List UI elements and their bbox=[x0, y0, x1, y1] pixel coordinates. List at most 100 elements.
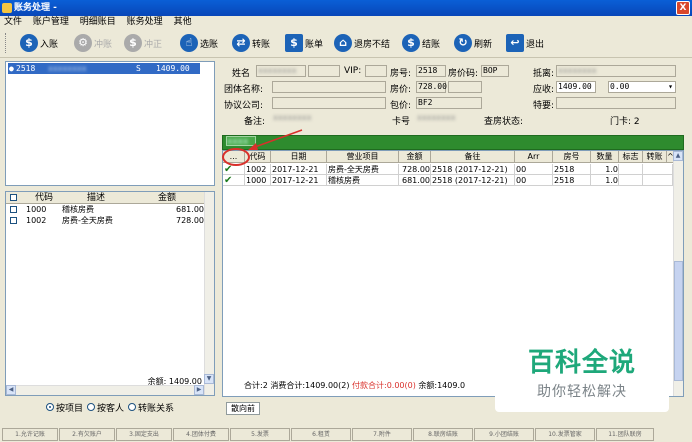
title-bar: 账务处理 - X bbox=[0, 0, 692, 16]
menu-accounting[interactable]: 账务处理 bbox=[123, 16, 167, 29]
status-lease[interactable]: 6.租赁 bbox=[291, 428, 351, 441]
menu-detail-ledger[interactable]: 明细账目 bbox=[76, 16, 120, 29]
exit-button[interactable]: ↩ 退出 bbox=[506, 32, 544, 54]
scroll-thumb[interactable] bbox=[674, 261, 683, 381]
status-invoice-manager[interactable]: 10.发票管家 bbox=[535, 428, 595, 441]
group-field[interactable] bbox=[272, 81, 386, 93]
status-invoice[interactable]: 5.发票 bbox=[230, 428, 290, 441]
left-table-scrollbar[interactable]: ▼ bbox=[204, 192, 214, 395]
scroll-left-icon[interactable]: ◀ bbox=[6, 385, 16, 395]
menu-other[interactable]: 其他 bbox=[170, 16, 196, 29]
status-fixed-expense[interactable]: 3.固定支出 bbox=[116, 428, 172, 441]
radio-transfer-relation[interactable]: 转账关系 bbox=[128, 400, 174, 414]
row-code: 1002 bbox=[26, 216, 47, 225]
settle-button[interactable]: $ 结账 bbox=[402, 32, 440, 54]
status-bar: 1.允许记账 2.有欠账户 3.固定支出 4.团体付费 5.发票 6.租赁 7.… bbox=[0, 426, 692, 442]
table-row[interactable]: ✔ 1000 2017-12-21 稽核房费 681.00 2518 (2017… bbox=[223, 175, 673, 186]
settle-label: 结账 bbox=[422, 39, 441, 50]
account-amount: 1409.00 bbox=[156, 64, 190, 73]
price-extra-field[interactable] bbox=[448, 81, 482, 93]
row-check-icon[interactable]: ✔ bbox=[223, 175, 245, 186]
row-note: 2518 (2017-12-21) bbox=[431, 164, 515, 175]
row-date: 2017-12-21 bbox=[271, 164, 327, 175]
status-group-linked-room[interactable]: 11.团队联房 bbox=[596, 428, 654, 441]
checkout-icon: ⌂ bbox=[334, 34, 352, 52]
select-account-button[interactable]: ☝ 选账 bbox=[180, 32, 218, 54]
package-field[interactable]: BF2 bbox=[416, 97, 482, 109]
post-button[interactable]: $ 入账 bbox=[20, 32, 58, 54]
close-button[interactable]: X bbox=[676, 1, 690, 15]
account-list[interactable]: ● 2518 xxxxxxxx S 1409.00 bbox=[5, 61, 215, 186]
table-row[interactable]: 1000 稽核房费 681.00 bbox=[6, 204, 214, 215]
bottom-tab[interactable]: 散向前 bbox=[226, 402, 260, 415]
header-checkbox[interactable] bbox=[6, 192, 26, 203]
special-field[interactable] bbox=[556, 97, 676, 109]
note-field[interactable]: xxxxxxxx bbox=[272, 113, 386, 125]
scroll-right-icon[interactable]: ▶ bbox=[194, 385, 204, 395]
row-checkbox[interactable] bbox=[6, 215, 26, 226]
transfer-button[interactable]: ⇄ 转账 bbox=[232, 32, 270, 54]
status-linked-room-settle[interactable]: 8.联房结账 bbox=[413, 428, 473, 441]
gear-icon: ⚙ bbox=[74, 34, 92, 52]
name-extra-field[interactable] bbox=[308, 65, 340, 77]
agreement-field[interactable] bbox=[272, 97, 386, 109]
scroll-down-icon[interactable]: ▼ bbox=[204, 374, 214, 384]
refresh-button[interactable]: ↻ 刷新 bbox=[454, 32, 492, 54]
receivable-dropdown[interactable]: 0.00 ▾ bbox=[608, 81, 676, 93]
dollar-icon: $ bbox=[20, 34, 38, 52]
radio-by-item[interactable]: 按项目 bbox=[45, 400, 83, 414]
reverse-button[interactable]: ⚙ 冲账 bbox=[74, 32, 112, 54]
row-checkbox[interactable] bbox=[6, 204, 26, 215]
col-amount[interactable]: 金额 bbox=[399, 151, 431, 163]
menu-file[interactable]: 文件 bbox=[0, 16, 26, 29]
vip-field[interactable] bbox=[365, 65, 387, 77]
status-small-group-settle[interactable]: 9.小团结账 bbox=[474, 428, 534, 441]
grid-scrollbar[interactable]: ▲ bbox=[673, 151, 683, 396]
table-row[interactable]: ✔ 1002 2017-12-21 房费-全天房费 728.00 2518 (2… bbox=[223, 164, 673, 175]
total-balance: 余额:1409.0 bbox=[418, 381, 466, 390]
highlight-circle bbox=[222, 148, 250, 166]
radio-by-guest[interactable]: 按客人 bbox=[86, 400, 124, 414]
card-field[interactable]: xxxxxxxx bbox=[416, 113, 482, 125]
col-transfer[interactable]: 转账 bbox=[643, 151, 667, 163]
account-list-item[interactable]: ● 2518 xxxxxxxx S 1409.00 bbox=[8, 63, 200, 74]
table-row[interactable]: 1002 房费-全天房费 728.00 bbox=[6, 215, 214, 226]
status-attachment[interactable]: 7.附件 bbox=[352, 428, 412, 441]
bill-button[interactable]: $ 账单 bbox=[285, 32, 323, 54]
row-code: 1000 bbox=[26, 205, 47, 214]
col-item[interactable]: 营业项目 bbox=[327, 151, 399, 163]
receivable-label: 应收: bbox=[533, 85, 555, 95]
status-allow-posting[interactable]: 1.允许记账 bbox=[2, 428, 58, 441]
correct-button[interactable]: $ 冲正 bbox=[124, 32, 162, 54]
status-owed-account[interactable]: 2.有欠账户 bbox=[59, 428, 115, 441]
header-desc[interactable]: 描述 bbox=[62, 192, 130, 203]
reverse-label: 冲账 bbox=[94, 39, 113, 50]
status-group-pay[interactable]: 4.团体付费 bbox=[173, 428, 229, 441]
header-code[interactable]: 代码 bbox=[26, 192, 62, 203]
col-flag[interactable]: 标志 bbox=[619, 151, 643, 163]
col-qty[interactable]: 数量 bbox=[591, 151, 619, 163]
row-code: 1002 bbox=[245, 164, 271, 175]
header-amount[interactable]: 金额 bbox=[130, 192, 204, 203]
depart-field[interactable]: xxxxxxxx bbox=[556, 65, 676, 77]
scroll-up-icon[interactable]: ▲ bbox=[673, 151, 683, 161]
room-field[interactable]: 2518 bbox=[416, 65, 446, 77]
toolbar: $ 入账 ⚙ 冲账 $ 冲正 ☝ 选账 ⇄ 转账 $ 账单 ⌂ 退房不结 $ 结账 ↻ 刷新 ↩ 退… bbox=[0, 29, 692, 58]
name-field[interactable]: xxxxxxxx bbox=[256, 65, 306, 77]
rate-code-field[interactable]: BOP bbox=[481, 65, 509, 77]
col-note[interactable]: 备往 bbox=[431, 151, 515, 163]
depart-label: 抵离: bbox=[533, 69, 555, 79]
checkout-no-settle-button[interactable]: ⌂ 退房不结 bbox=[334, 32, 390, 54]
menu-account-management[interactable]: 账户管理 bbox=[29, 16, 73, 29]
col-date[interactable]: 日期 bbox=[271, 151, 327, 163]
transfer-label: 转账 bbox=[252, 39, 271, 50]
receivable-field[interactable]: 1409.00 bbox=[556, 81, 596, 93]
grid-totals: 合计:2 消费合计:1409.00(2) 付款合计:0.00(0) 余额:140… bbox=[244, 380, 504, 391]
col-arr[interactable]: Arr bbox=[515, 151, 553, 163]
row-arr: 00 bbox=[515, 164, 553, 175]
left-table-hscroll[interactable]: ◀ ▶ bbox=[6, 385, 204, 395]
col-room[interactable]: 房号 bbox=[553, 151, 591, 163]
price-field[interactable]: 728.00 bbox=[416, 81, 447, 93]
row-room: 2518 bbox=[553, 175, 591, 186]
window-title: 账务处理 - bbox=[14, 3, 57, 13]
